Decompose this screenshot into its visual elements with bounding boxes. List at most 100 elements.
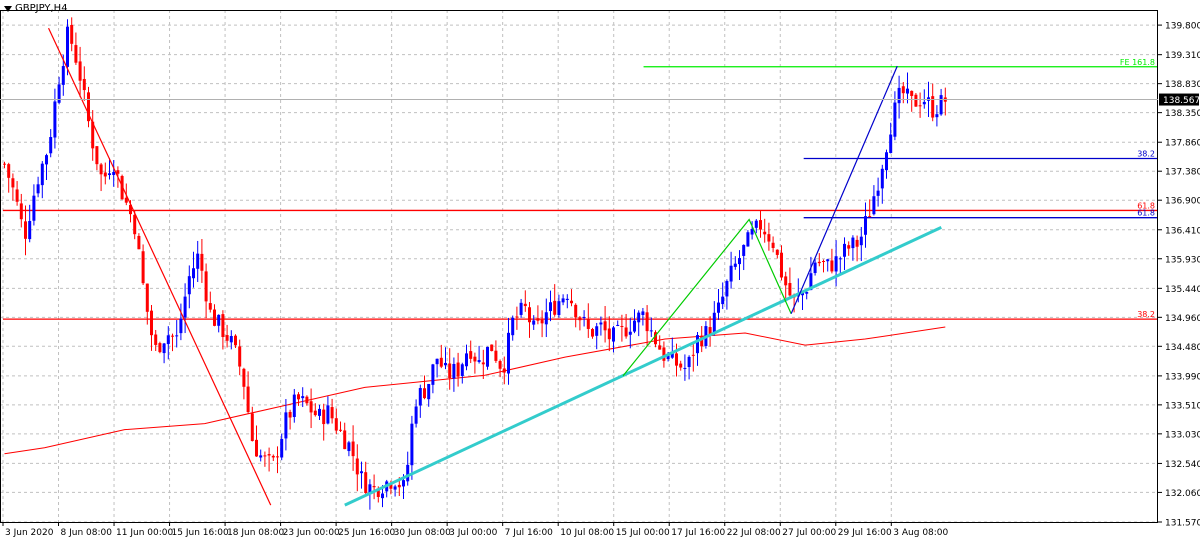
candle-body	[918, 105, 922, 107]
x-tick-label: 11 Jun 00:00	[116, 528, 173, 538]
candle-body	[574, 304, 578, 318]
candle-body	[620, 326, 624, 328]
candle-body	[305, 396, 309, 404]
candle-body	[582, 316, 586, 319]
candle-body	[742, 244, 746, 256]
candle-body	[255, 439, 258, 457]
candle-body	[271, 455, 275, 458]
candle-body	[45, 155, 48, 165]
candle-body	[179, 318, 183, 334]
candle-body	[649, 330, 653, 332]
candle-body	[213, 309, 216, 326]
level-label: FE 161.8	[1120, 58, 1155, 67]
y-tick-label: 138.350	[1165, 109, 1200, 119]
candle-body	[66, 26, 69, 67]
candle-body	[7, 164, 11, 178]
x-tick-label: 15 Jun 16:00	[172, 528, 229, 538]
candle-body	[658, 345, 662, 350]
y-tick-label: 139.310	[1165, 51, 1200, 61]
candle-body	[145, 283, 149, 312]
candle-body	[775, 249, 779, 255]
level-label: 38.2	[1137, 310, 1155, 319]
x-tick-label: 3 Jun 2020	[5, 528, 54, 538]
candle-body	[603, 321, 607, 331]
candle-body	[410, 423, 414, 466]
candle-body	[738, 258, 741, 265]
candle-body	[612, 327, 615, 342]
candle-body	[838, 258, 842, 260]
x-tick-label: 10 Jul 08:00	[560, 528, 614, 538]
candle-body	[234, 335, 237, 346]
candle-body	[99, 164, 103, 175]
candle-body	[355, 458, 359, 475]
candle-body	[402, 480, 405, 487]
x-tick-label: 8 Jun 08:00	[61, 528, 113, 538]
candle-body	[414, 406, 418, 424]
candle-body	[675, 353, 678, 366]
y-tick-label: 133.990	[1165, 372, 1200, 382]
x-tick-label: 22 Jul 08:00	[727, 528, 781, 538]
x-tick-label: 17 Jul 16:00	[671, 528, 725, 538]
y-tick-label: 138.830	[1165, 80, 1200, 90]
candle-body	[280, 439, 284, 458]
grid-lines	[0, 10, 1158, 523]
candle-body	[717, 302, 720, 313]
price-chart[interactable]: FE 161.838.261.861.838.2 139.800139.3101…	[0, 0, 1200, 540]
trend-line	[790, 65, 898, 314]
candle-body	[486, 346, 489, 367]
candle-body	[133, 214, 137, 235]
candle-body	[141, 251, 145, 284]
candle-body	[519, 302, 523, 315]
candle-body	[578, 317, 582, 321]
candle-body	[679, 363, 683, 368]
level-label: 61.8	[1137, 209, 1155, 218]
candle-body	[309, 401, 313, 413]
candle-body	[171, 335, 174, 337]
candle-body	[813, 262, 817, 274]
candle-body	[826, 259, 830, 262]
candle-body	[939, 95, 943, 115]
candle-body	[759, 220, 762, 230]
candle-body	[284, 412, 288, 439]
candle-body	[733, 263, 737, 267]
candle-body	[628, 331, 632, 335]
candle-body	[645, 312, 649, 332]
candle-body	[347, 442, 351, 452]
candle-body	[364, 472, 368, 494]
candle-body	[112, 171, 116, 175]
candle-body	[767, 234, 771, 242]
candle-body	[187, 276, 191, 295]
candle-body	[771, 242, 775, 248]
y-tick-label: 133.510	[1165, 401, 1200, 411]
candle-body	[435, 358, 439, 365]
candle-body	[935, 114, 939, 118]
candle-body	[624, 327, 628, 337]
candle-body	[763, 231, 767, 235]
candle-body	[889, 134, 893, 154]
candle-body	[691, 354, 695, 356]
candle-body	[418, 388, 422, 406]
candle-body	[263, 455, 267, 457]
candle-body	[250, 413, 254, 441]
candle-body	[549, 302, 552, 312]
candle-body	[599, 322, 603, 325]
candle-body	[687, 356, 691, 368]
candle-body	[910, 90, 914, 96]
y-tick-label: 131.570	[1165, 519, 1200, 529]
candle-body	[78, 61, 82, 81]
candle-body	[423, 388, 426, 399]
symbol-label: GBPJPY,H4	[4, 3, 68, 14]
candle-body	[259, 455, 263, 458]
candle-body	[822, 261, 825, 263]
candle-body	[532, 320, 536, 325]
y-tick-label: 134.960	[1165, 314, 1200, 324]
current-price-tag: 138.567	[0, 93, 1200, 106]
candle-body	[74, 45, 78, 63]
y-tick-label: 136.900	[1165, 197, 1200, 207]
candle-body	[784, 276, 788, 286]
candle-body	[444, 362, 447, 366]
candle-body	[544, 312, 548, 325]
y-tick-label: 132.540	[1165, 460, 1200, 470]
candle-body	[360, 471, 363, 474]
candle-body	[864, 216, 867, 235]
